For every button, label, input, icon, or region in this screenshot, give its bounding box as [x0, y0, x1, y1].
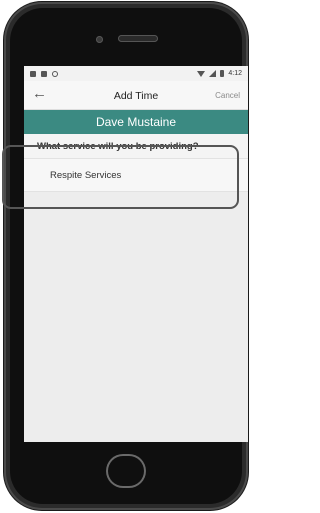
front-camera: [96, 36, 103, 43]
service-option-respite[interactable]: Respite Services: [24, 159, 248, 192]
service-question: What service will you be providing?: [24, 134, 248, 159]
status-system: 4:12: [197, 70, 242, 77]
battery-icon: [220, 70, 225, 77]
cancel-button[interactable]: Cancel: [215, 91, 240, 100]
sync-icon: [52, 71, 58, 77]
status-bar: 4:12: [24, 66, 248, 81]
home-button[interactable]: [106, 454, 146, 488]
notification-icon: [30, 70, 36, 77]
status-notifications: [30, 70, 58, 77]
app-screen: 4:12 ← Add Time Cancel Dave Mustaine Wha…: [24, 66, 248, 442]
signal-icon: [209, 70, 217, 77]
earpiece-speaker: [118, 35, 158, 42]
sd-card-icon: [41, 70, 47, 77]
client-name-banner: Dave Mustaine: [24, 110, 248, 134]
wifi-icon: [197, 70, 206, 77]
status-time: 4:12: [228, 70, 242, 77]
top-app-bar: ← Add Time Cancel: [24, 81, 248, 110]
